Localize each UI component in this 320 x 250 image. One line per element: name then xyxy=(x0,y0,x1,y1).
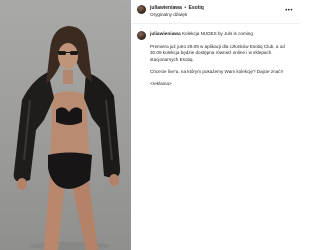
caption-headline-text: Kolekcja NUDES by Juls is coming xyxy=(180,31,253,36)
post-details-panel: juliawieniawa • Esotiq Oryginalny dźwięk… xyxy=(131,0,300,250)
brand-link[interactable]: Esotiq xyxy=(189,5,204,11)
post-caption: juliawieniawa Kolekcja NUDES by Juls is … xyxy=(150,31,294,87)
author-avatar[interactable] xyxy=(137,5,146,14)
more-options-icon[interactable]: ••• xyxy=(285,8,293,14)
model-photo-illustration xyxy=(13,26,121,250)
post-header: juliawieniawa • Esotiq Oryginalny dźwięk… xyxy=(131,0,300,24)
audio-attribution[interactable]: Oryginalny dźwięk xyxy=(150,12,187,17)
caption-ad-tag: <reklama> xyxy=(150,81,172,87)
caption-headline: juliawieniawa Kolekcja NUDES by Juls is … xyxy=(150,31,294,38)
caption-author-username[interactable]: juliawieniawa xyxy=(150,32,181,37)
caption-paragraph-live: Chcecie live’a, na którym pokażemy Wam k… xyxy=(150,68,284,74)
author-username[interactable]: juliawieniawa xyxy=(150,5,182,11)
header-separator: • xyxy=(184,5,187,11)
caption-author-avatar[interactable] xyxy=(137,31,146,40)
post-header-line: juliawieniawa • Esotiq xyxy=(150,5,204,11)
post-photo[interactable] xyxy=(0,0,131,250)
caption-paragraph-premiere: Premiera już jutro 29.09 w aplikacji dla… xyxy=(150,44,285,62)
